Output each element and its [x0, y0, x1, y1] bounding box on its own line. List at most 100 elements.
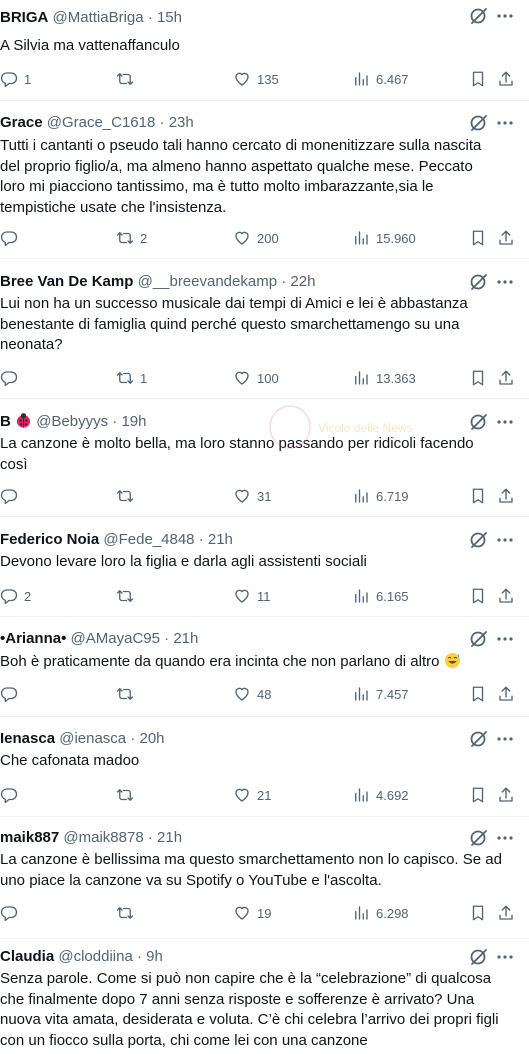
- bookmark-button[interactable]: [469, 484, 487, 508]
- more-icon[interactable]: [495, 272, 515, 292]
- like-button[interactable]: 200: [233, 226, 279, 250]
- author-handle[interactable]: @Grace_C1618: [47, 114, 156, 131]
- timestamp[interactable]: 21h: [173, 630, 198, 647]
- more-icon[interactable]: [495, 729, 515, 749]
- timestamp[interactable]: 19h: [121, 413, 146, 430]
- bookmark-button[interactable]: [469, 584, 487, 608]
- like-button[interactable]: 135: [233, 67, 279, 91]
- timestamp[interactable]: 9h: [146, 948, 163, 965]
- reply-button[interactable]: [0, 226, 24, 250]
- tweet-card[interactable]: •Arianna• @AMayaC95 · 21h Boh è praticam…: [0, 617, 529, 717]
- grok-icon[interactable]: [469, 113, 489, 133]
- views-button[interactable]: 6.298: [352, 901, 409, 925]
- author-handle[interactable]: @ienasca: [59, 730, 126, 747]
- timestamp[interactable]: 22h: [290, 273, 315, 290]
- timestamp[interactable]: 21h: [157, 829, 182, 846]
- share-button[interactable]: [497, 783, 515, 807]
- retweet-button[interactable]: 1: [116, 366, 147, 390]
- views-button[interactable]: 6.719: [352, 484, 409, 508]
- author-name[interactable]: maik887: [0, 829, 59, 846]
- grok-icon[interactable]: [469, 629, 489, 649]
- more-icon[interactable]: [495, 6, 515, 26]
- share-button[interactable]: [497, 901, 515, 925]
- retweet-button[interactable]: [116, 783, 140, 807]
- author-name[interactable]: Ienasca: [0, 730, 55, 747]
- author-name[interactable]: Federico Noia: [0, 531, 99, 548]
- like-button[interactable]: 31: [233, 484, 271, 508]
- author-handle[interactable]: @__breevandekamp: [138, 273, 277, 290]
- tweet-card[interactable]: Federico Noia @Fede_4848 · 21h Devono le…: [0, 517, 529, 617]
- views-button[interactable]: 4.692: [352, 783, 409, 807]
- bookmark-button[interactable]: [469, 226, 487, 250]
- reply-button[interactable]: [0, 783, 24, 807]
- timestamp[interactable]: 21h: [208, 531, 233, 548]
- timestamp[interactable]: 23h: [169, 114, 194, 131]
- author-handle[interactable]: @AMayaC95: [71, 630, 160, 647]
- views-button[interactable]: 15.960: [352, 226, 416, 250]
- retweet-button[interactable]: [116, 682, 140, 706]
- more-icon[interactable]: [495, 947, 515, 967]
- author-handle[interactable]: @MattiaBriga: [53, 9, 144, 26]
- reply-button[interactable]: 2: [0, 584, 31, 608]
- bookmark-button[interactable]: [469, 682, 487, 706]
- tweet-card[interactable]: B @Bebyyys · 19h La canzone è molto bell…: [0, 399, 529, 517]
- more-icon[interactable]: [495, 530, 515, 550]
- tweet-card[interactable]: Ienasca @ienasca · 20h Che cafonata mado…: [0, 717, 529, 817]
- grok-icon[interactable]: [469, 729, 489, 749]
- like-button[interactable]: 11: [233, 584, 271, 608]
- share-button[interactable]: [497, 484, 515, 508]
- tweet-card[interactable]: Claudia @cloddiina · 9h Senza parole. Co…: [0, 939, 529, 1054]
- author-handle[interactable]: @cloddiina: [58, 948, 132, 965]
- reply-button[interactable]: 1: [0, 67, 31, 91]
- author-name[interactable]: •Arianna•: [0, 630, 66, 647]
- reply-button[interactable]: [0, 682, 24, 706]
- grok-icon[interactable]: [469, 828, 489, 848]
- retweet-button[interactable]: 2: [116, 226, 147, 250]
- views-button[interactable]: 13.363: [352, 366, 416, 390]
- more-icon[interactable]: [495, 412, 515, 432]
- grok-icon[interactable]: [469, 412, 489, 432]
- bookmark-button[interactable]: [469, 67, 487, 91]
- share-button[interactable]: [497, 584, 515, 608]
- grok-icon[interactable]: [469, 530, 489, 550]
- author-name[interactable]: BRIGA: [0, 9, 48, 26]
- retweet-button[interactable]: [116, 484, 140, 508]
- author-handle[interactable]: @Fede_4848: [103, 531, 194, 548]
- tweet-card[interactable]: maik887 @maik8878 · 21h La canzone è bel…: [0, 817, 529, 939]
- tweet-card[interactable]: BRIGA @MattiaBriga · 15h A Silvia ma vat…: [0, 0, 529, 101]
- more-icon[interactable]: [495, 113, 515, 133]
- like-button[interactable]: 21: [233, 783, 271, 807]
- author-name[interactable]: Bree Van De Kamp: [0, 273, 133, 290]
- share-button[interactable]: [497, 366, 515, 390]
- reply-button[interactable]: [0, 366, 24, 390]
- share-button[interactable]: [497, 682, 515, 706]
- grok-icon[interactable]: [469, 6, 489, 26]
- views-button[interactable]: 7.457: [352, 682, 409, 706]
- reply-button[interactable]: [0, 484, 24, 508]
- bookmark-button[interactable]: [469, 366, 487, 390]
- share-button[interactable]: [497, 226, 515, 250]
- share-button[interactable]: [497, 67, 515, 91]
- retweet-button[interactable]: [116, 584, 140, 608]
- timestamp[interactable]: 20h: [140, 730, 165, 747]
- bookmark-button[interactable]: [469, 783, 487, 807]
- author-handle[interactable]: @maik8878: [63, 829, 143, 846]
- retweet-button[interactable]: [116, 901, 140, 925]
- author-handle[interactable]: @Bebyyys: [36, 413, 108, 430]
- tweet-card[interactable]: Grace @Grace_C1618 · 23h Tutti i cantant…: [0, 101, 529, 259]
- like-button[interactable]: 48: [233, 682, 271, 706]
- grok-icon[interactable]: [469, 947, 489, 967]
- bookmark-button[interactable]: [469, 901, 487, 925]
- views-button[interactable]: 6.467: [352, 67, 409, 91]
- views-button[interactable]: 6.165: [352, 584, 409, 608]
- author-name[interactable]: Grace: [0, 114, 43, 131]
- tweet-card[interactable]: Bree Van De Kamp @__breevandekamp · 22h …: [0, 259, 529, 399]
- like-button[interactable]: 19: [233, 901, 271, 925]
- like-button[interactable]: 100: [233, 366, 279, 390]
- retweet-button[interactable]: [116, 67, 140, 91]
- author-name[interactable]: Claudia: [0, 948, 54, 965]
- timestamp[interactable]: 15h: [157, 9, 182, 26]
- author-name[interactable]: B: [0, 413, 11, 430]
- reply-button[interactable]: [0, 901, 24, 925]
- more-icon[interactable]: [495, 828, 515, 848]
